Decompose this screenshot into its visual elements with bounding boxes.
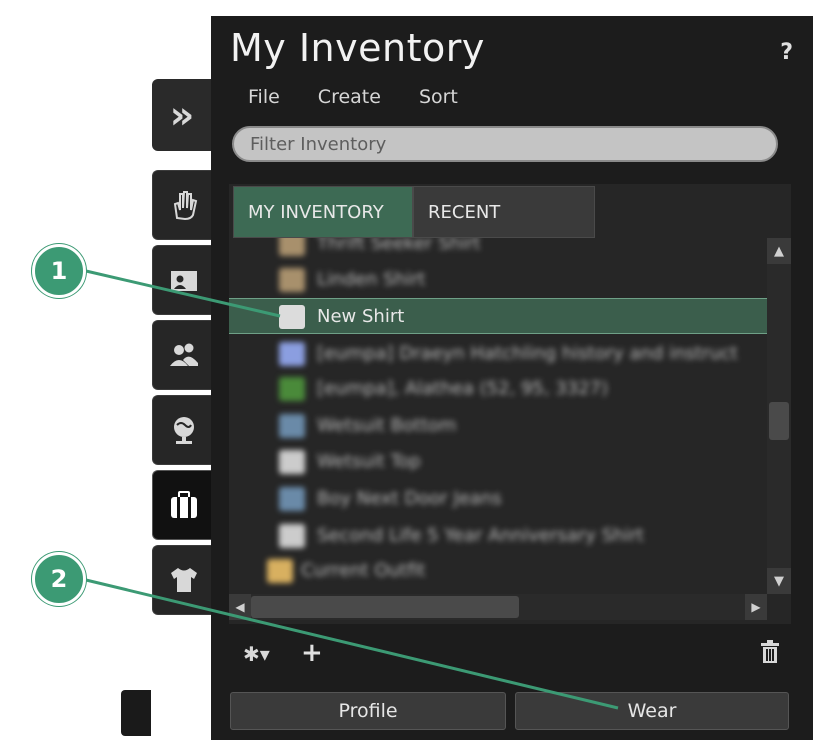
sidetab-people[interactable] (152, 320, 214, 390)
inventory-item[interactable]: Wetsuit Top (229, 444, 767, 480)
add-plus-icon[interactable]: + (301, 638, 323, 668)
sidetab-profile[interactable] (152, 245, 214, 315)
callout-1: 1 (32, 244, 86, 298)
scroll-right-arrow-icon[interactable]: ▶ (745, 594, 767, 620)
inventory-item-label: Wetsuit Top (317, 451, 421, 472)
sidetab-home[interactable] (152, 170, 214, 240)
shirt-icon (279, 450, 305, 474)
trash-icon[interactable] (759, 640, 781, 664)
inventory-item-label: Thrift Seeker Shirt (317, 238, 481, 254)
collapse-sidebar-button[interactable]: » (152, 79, 212, 151)
inventory-item[interactable]: New Shirt (229, 298, 767, 334)
inventory-item-label: Linden Shirt (317, 269, 426, 290)
vertical-scrollbar[interactable]: ▲ ▼ (767, 238, 791, 594)
people-icon (169, 343, 198, 366)
filter-inventory-input[interactable]: Filter Inventory (232, 126, 778, 162)
inventory-tabs: MY INVENTORY RECENT (233, 186, 595, 238)
profile-button[interactable]: Profile (230, 692, 506, 730)
callout-2: 2 (32, 552, 86, 606)
inventory-item-label: [eumpa], Alathea (52, 95, 3327) (317, 378, 609, 399)
scroll-up-arrow-icon[interactable]: ▲ (767, 238, 791, 264)
globe-icon (173, 417, 194, 444)
inventory-item-label: Current Outfit (301, 560, 426, 581)
vertical-scroll-thumb[interactable] (769, 402, 789, 440)
suitcase-icon (170, 491, 197, 518)
help-button[interactable]: ? (780, 40, 793, 65)
landmark-icon (279, 377, 305, 401)
horizontal-scroll-thumb[interactable] (251, 596, 519, 618)
inventory-toolbar: ✱▾ + (229, 624, 791, 682)
collapsed-panel-stub (121, 690, 151, 736)
inventory-item[interactable]: Current Outfit (229, 553, 767, 589)
folder-icon (267, 559, 293, 583)
tab-my-inventory[interactable]: MY INVENTORY (233, 186, 413, 238)
screenshot: » My Inventory ? File Create Sort Filter… (0, 0, 813, 742)
inventory-list[interactable]: Thrift Seeker Shirt Linden Shirt New Shirt… (229, 238, 767, 594)
sidetab-appearance[interactable] (152, 545, 214, 615)
inventory-item-label: Boy Next Door Jeans (317, 488, 502, 509)
inventory-item[interactable]: Boy Next Door Jeans (229, 481, 767, 517)
inventory-item[interactable]: Second Life 5 Year Anniversary Shirt (229, 518, 767, 554)
gear-menu-icon[interactable]: ✱▾ (243, 642, 270, 666)
pants-icon (279, 487, 305, 511)
pants-icon (279, 414, 305, 438)
menu-sort[interactable]: Sort (419, 86, 458, 108)
inventory-item[interactable]: Linden Shirt (229, 262, 767, 298)
inventory-item-label: [eumpa] Draeyn Hatchling history and ins… (317, 343, 738, 364)
menu-bar: File Create Sort (248, 86, 458, 108)
menu-file[interactable]: File (248, 86, 280, 108)
shirt-icon (279, 238, 305, 256)
inventory-item-label: Second Life 5 Year Anniversary Shirt (317, 525, 644, 546)
inventory-list-container: MY INVENTORY RECENT Thrift Seeker Shirt L… (229, 184, 791, 624)
sidetab-places[interactable] (152, 395, 214, 465)
sidetab-inventory[interactable] (152, 470, 214, 540)
inventory-item[interactable]: [eumpa] Draeyn Hatchling history and ins… (229, 336, 767, 372)
shirt-icon (279, 524, 305, 548)
profile-card-icon (170, 271, 197, 291)
inventory-item-label: New Shirt (317, 306, 405, 327)
notecard-icon (279, 342, 305, 366)
shirt-icon (279, 268, 305, 292)
scroll-down-arrow-icon[interactable]: ▼ (767, 568, 791, 594)
inventory-item[interactable]: [eumpa], Alathea (52, 95, 3327) (229, 371, 767, 407)
shirt-icon (279, 305, 305, 329)
page-title: My Inventory (230, 26, 485, 70)
inventory-panel: My Inventory ? File Create Sort Filter I… (211, 16, 813, 740)
menu-create[interactable]: Create (318, 86, 381, 108)
hand-icon (173, 191, 197, 221)
horizontal-scrollbar[interactable]: ◀ ▶ (229, 594, 767, 620)
inventory-item-label: Wetsuit Bottom (317, 415, 457, 436)
inventory-item[interactable]: Thrift Seeker Shirt (229, 238, 767, 262)
inventory-item[interactable]: Wetsuit Bottom (229, 408, 767, 444)
tshirt-icon (170, 568, 197, 592)
scroll-left-arrow-icon[interactable]: ◀ (229, 594, 251, 620)
wear-button[interactable]: Wear (515, 692, 789, 730)
tab-recent[interactable]: RECENT (413, 186, 595, 238)
